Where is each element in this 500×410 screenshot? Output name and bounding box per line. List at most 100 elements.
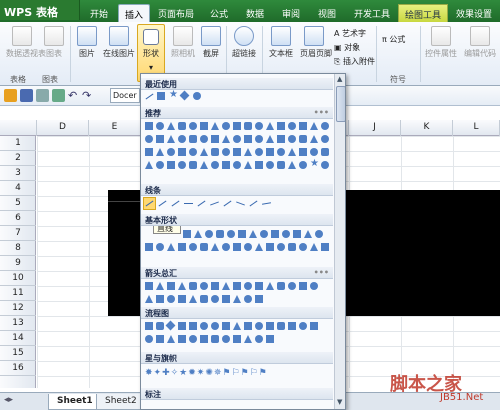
shape-icon[interactable] [222, 295, 230, 303]
shape-icon[interactable] [233, 243, 241, 251]
shape-icon[interactable] [244, 295, 252, 303]
more-icon[interactable]: ••• [314, 108, 329, 117]
shape-icon[interactable] [310, 282, 318, 290]
shape-icon[interactable] [200, 161, 208, 169]
shape-icon[interactable] [167, 243, 175, 251]
row-header-cell[interactable]: 7 [0, 226, 36, 241]
shape-icon[interactable] [216, 230, 224, 238]
shape-icon[interactable] [277, 282, 285, 290]
shape-icon[interactable] [310, 322, 318, 330]
shape-icon[interactable] [299, 322, 307, 330]
row-header-cell[interactable]: 16 [0, 361, 36, 376]
tab-formula[interactable]: 公式 [204, 4, 234, 22]
shape-icon[interactable] [178, 122, 186, 130]
shape-icon[interactable] [310, 243, 318, 251]
shape-icon[interactable] [310, 135, 318, 143]
shape-icon[interactable] [211, 148, 219, 156]
shape-icon[interactable] [189, 282, 197, 290]
undo-icon[interactable]: ↶ [68, 89, 81, 102]
shape-icon[interactable] [255, 335, 263, 343]
row-header-cell[interactable]: 13 [0, 316, 36, 331]
shape-icon[interactable] [244, 135, 252, 143]
shape-icon[interactable] [178, 295, 186, 303]
shape-icon[interactable] [288, 282, 296, 290]
shape-icon[interactable] [266, 335, 274, 343]
column-header-cell[interactable]: L [453, 120, 500, 136]
camera-button[interactable]: 照相机 [168, 26, 198, 59]
shape-icon[interactable] [145, 322, 153, 330]
row-header-cell[interactable]: 15 [0, 346, 36, 361]
print-icon[interactable] [36, 89, 49, 102]
shape-icon[interactable] [200, 243, 208, 251]
elbow-arrow-icon[interactable] [197, 200, 206, 207]
shape-icon[interactable] [200, 135, 208, 143]
shape-icon[interactable] [299, 148, 307, 156]
shape-icon[interactable] [178, 135, 186, 143]
shape-icon[interactable] [266, 322, 274, 330]
shape-icon[interactable] [277, 122, 285, 130]
shape-icon[interactable] [200, 295, 208, 303]
shape-icon[interactable] [211, 135, 219, 143]
row-header-cell[interactable]: 12 [0, 301, 36, 316]
shape-icon[interactable] [167, 295, 175, 303]
shape-icon[interactable] [145, 122, 153, 130]
shape-icon[interactable] [266, 243, 274, 251]
shape-icon[interactable] [271, 230, 279, 238]
shape-icon[interactable] [255, 282, 263, 290]
more-icon[interactable]: ••• [314, 268, 329, 277]
shape-icon[interactable] [288, 161, 296, 169]
shape-icon[interactable] [211, 243, 219, 251]
shape-icon[interactable] [145, 161, 153, 169]
object-button[interactable]: ▣ 对象 [334, 42, 360, 53]
shape-icon[interactable] [145, 335, 153, 343]
shape-icon[interactable] [156, 335, 164, 343]
dropdown-scrollbar[interactable]: ▲ ▼ [334, 74, 345, 409]
shape-icon[interactable] [211, 295, 219, 303]
shape-icon[interactable] [255, 322, 263, 330]
shape-icon[interactable] [310, 122, 318, 130]
widget-properties-button[interactable]: 控件属性 [424, 26, 458, 59]
docer-box[interactable]: Docer [110, 88, 140, 103]
shape-icon[interactable] [156, 295, 164, 303]
shape-icon[interactable] [277, 148, 285, 156]
wps-menu-button[interactable]: WPS 表格 [0, 0, 80, 20]
shape-icon[interactable] [178, 322, 186, 330]
formula-button[interactable]: π 公式 [382, 34, 405, 45]
shape-icon[interactable] [222, 135, 230, 143]
shape-icon[interactable] [165, 320, 176, 331]
shape-icon[interactable] [233, 135, 241, 143]
shape-icon[interactable] [156, 243, 164, 251]
shape-icon[interactable] [244, 282, 252, 290]
shape-icon[interactable] [189, 243, 197, 251]
scribble-icon[interactable] [261, 202, 272, 205]
shape-icon[interactable] [266, 161, 274, 169]
shape-icon[interactable] [211, 335, 219, 343]
row-header-cell[interactable]: 3 [0, 166, 36, 181]
shape-icon[interactable] [238, 230, 246, 238]
tab-effects[interactable]: 效果设置 [450, 4, 498, 22]
wordart-button[interactable]: A 艺术字 [334, 28, 366, 39]
preview-icon[interactable] [52, 89, 65, 102]
star-shape-icon[interactable]: ★ [169, 89, 178, 100]
shape-icon[interactable] [266, 135, 274, 143]
shape-icon[interactable] [299, 135, 307, 143]
shape-icon[interactable] [167, 135, 175, 143]
shape-icon[interactable] [288, 243, 296, 251]
diamond-shape-icon[interactable] [179, 90, 190, 101]
row-header-cell[interactable]: 11 [0, 286, 36, 301]
shape-icon[interactable] [304, 230, 312, 238]
shape-icon[interactable] [145, 295, 153, 303]
shape-icon[interactable] [255, 122, 263, 130]
shape-icon[interactable] [189, 161, 197, 169]
shape-icon[interactable] [288, 148, 296, 156]
folder-icon[interactable] [4, 89, 17, 102]
sheet-tab[interactable]: Sheet1 [48, 394, 102, 410]
shape-icon[interactable] [211, 161, 219, 169]
hyperlink-button[interactable]: 超链接 [230, 26, 258, 59]
shape-icon[interactable] [299, 161, 307, 169]
shape-icon[interactable] [255, 295, 263, 303]
shape-icon[interactable] [244, 148, 252, 156]
shape-icon[interactable] [145, 282, 153, 290]
textbox-button[interactable]: 文本框 [266, 26, 296, 59]
shape-icon[interactable] [315, 230, 323, 238]
